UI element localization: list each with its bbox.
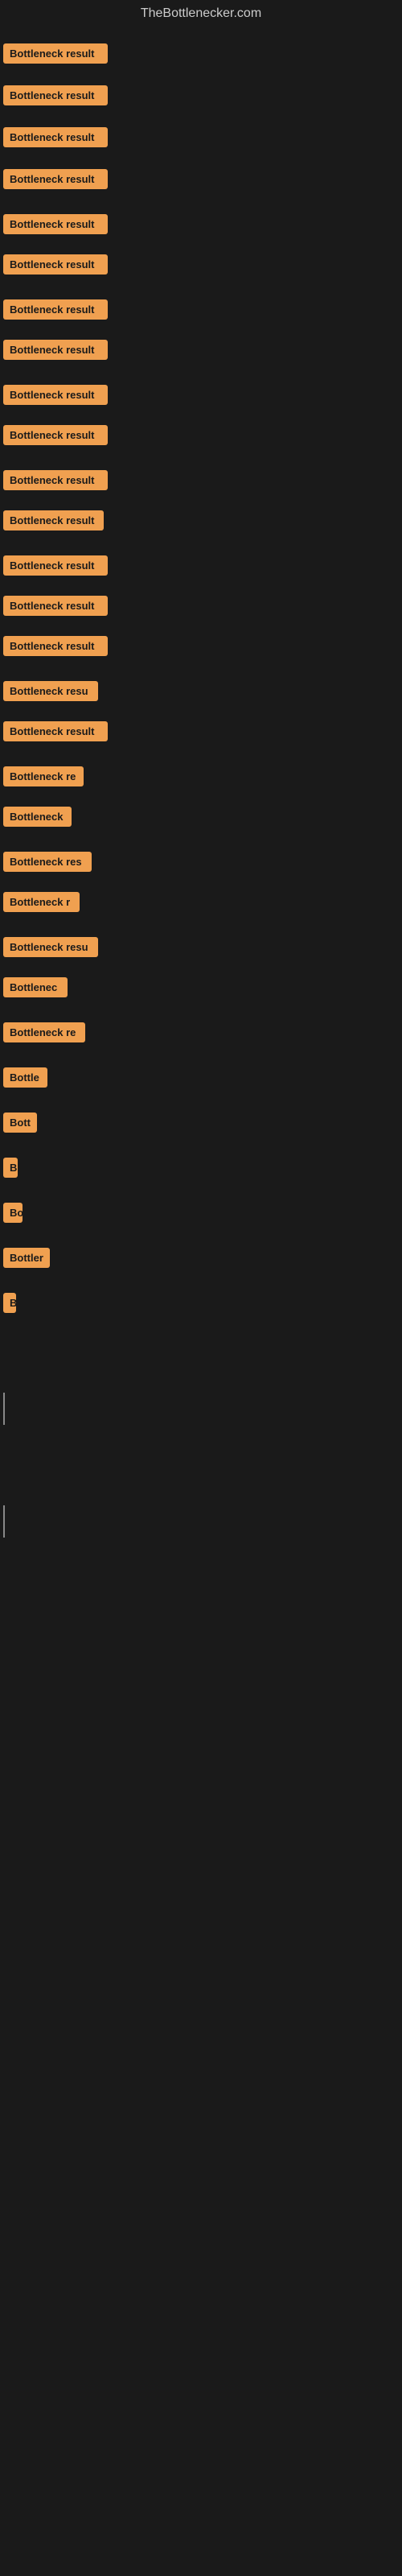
bottleneck-item: Bottlenec (3, 977, 68, 997)
bottleneck-item: Bottleneck result (3, 169, 108, 189)
site-title: TheBottlenecker.com (0, 0, 402, 27)
bottleneck-item: Bottleneck re (3, 766, 84, 786)
bottleneck-item: Bottleneck result (3, 470, 108, 490)
bottleneck-item: Bottleneck result (3, 510, 104, 530)
bottleneck-item: Bottleneck result (3, 425, 108, 445)
bottleneck-list: Bottleneck result Bottleneck result Bottle… (0, 27, 402, 1328)
bottleneck-item: Bottleneck resu (3, 937, 98, 957)
bottleneck-item: Bottleneck result (3, 214, 108, 234)
bottleneck-item: Bottleneck resu (3, 681, 98, 701)
bottleneck-item: Bottleneck result (3, 127, 108, 147)
bottleneck-item: Bottleneck re (3, 1022, 85, 1042)
bottleneck-item: Bottleneck res (3, 852, 92, 872)
bottleneck-item: B (3, 1293, 16, 1313)
bottleneck-item: Bottleneck (3, 807, 72, 827)
bottleneck-item: Bottleneck result (3, 299, 108, 320)
bottleneck-item: Bottleneck result (3, 85, 108, 105)
bottleneck-item: Bottle (3, 1067, 47, 1088)
bottleneck-item: Bottleneck r (3, 892, 80, 912)
bottleneck-item: Bottler (3, 1248, 50, 1268)
bottleneck-item: Bo (3, 1203, 23, 1223)
bottleneck-item: Bottleneck result (3, 385, 108, 405)
bottleneck-item: Bottleneck result (3, 43, 108, 64)
cursor-line-2 (3, 1505, 5, 1538)
bottleneck-item: Bottleneck result (3, 596, 108, 616)
cursor-line (3, 1393, 5, 1425)
bottleneck-item: Bottleneck result (3, 340, 108, 360)
bottleneck-item: Bottleneck result (3, 721, 108, 741)
bottleneck-item: Bottleneck result (3, 254, 108, 275)
bottleneck-item: Bottleneck result (3, 636, 108, 656)
bottleneck-item: Bottleneck result (3, 555, 108, 576)
bottleneck-item: B (3, 1158, 18, 1178)
bottleneck-item: Bott (3, 1113, 37, 1133)
